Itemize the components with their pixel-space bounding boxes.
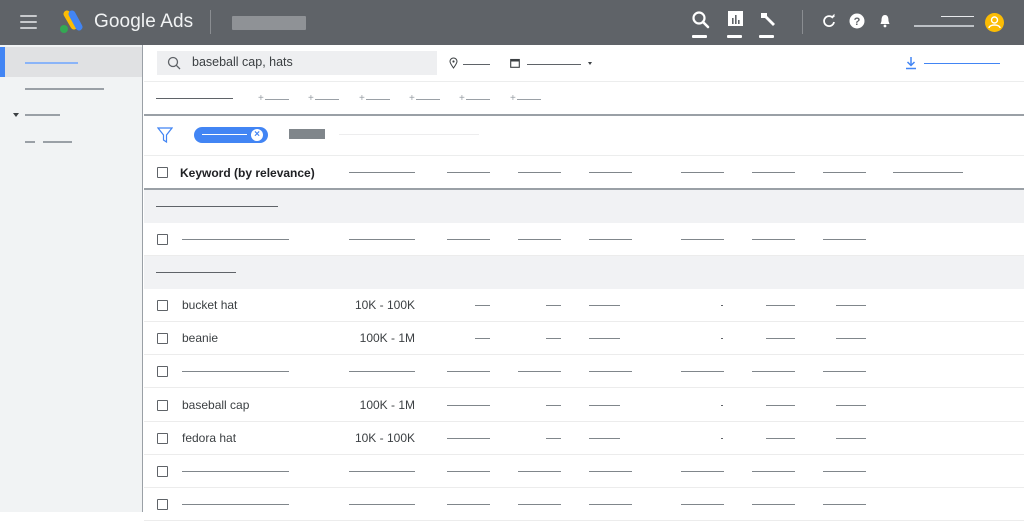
group-header: [144, 256, 1024, 289]
search-query: baseball cap, hats: [192, 55, 293, 69]
sidebar-item-expandable[interactable]: [0, 100, 142, 130]
table-row[interactable]: bucket hat 10K - 100K: [144, 289, 1024, 322]
filter-icon[interactable]: [157, 127, 173, 144]
column-header[interactable]: [589, 172, 632, 173]
bell-icon[interactable]: [877, 13, 893, 29]
refine-keywords-label: [156, 98, 233, 99]
dash-cell: [721, 438, 723, 439]
column-header-keyword[interactable]: Keyword (by relevance): [180, 166, 315, 180]
filter-hint: [339, 134, 479, 135]
row-checkbox[interactable]: [157, 400, 168, 411]
keyword-cell: beanie: [182, 331, 219, 345]
calendar-icon[interactable]: [510, 58, 520, 68]
table-row[interactable]: [144, 455, 1024, 488]
row-checkbox[interactable]: [157, 333, 168, 344]
column-header[interactable]: [447, 172, 490, 173]
row-checkbox[interactable]: [157, 234, 168, 245]
search-tool-button[interactable]: [689, 10, 713, 38]
download-icon[interactable]: [905, 56, 917, 70]
select-all-checkbox[interactable]: [157, 167, 168, 178]
row-checkbox[interactable]: [157, 466, 168, 477]
table-row[interactable]: [144, 223, 1024, 256]
sidebar-item-active[interactable]: [0, 47, 142, 77]
account-email: [941, 16, 974, 17]
divider: [144, 114, 1024, 116]
google-ads-logo-icon: [60, 10, 83, 33]
keyword-search-input[interactable]: baseball cap, hats: [157, 51, 437, 75]
divider: [210, 10, 211, 34]
divider: [144, 81, 1024, 82]
column-header[interactable]: [349, 172, 415, 173]
sidebar-subitem[interactable]: [0, 127, 142, 157]
search-icon: [692, 11, 710, 29]
search-volume-cell: 100K - 1M: [359, 398, 415, 412]
date-range-selector[interactable]: [527, 64, 581, 65]
table-row[interactable]: baseball cap 100K - 1M: [144, 389, 1024, 422]
bar-chart-icon: [728, 11, 743, 26]
dropdown-caret-icon[interactable]: [588, 62, 592, 65]
dash-cell: [721, 338, 723, 339]
svg-text:?: ?: [854, 16, 861, 28]
column-header[interactable]: [752, 172, 795, 173]
column-header[interactable]: [893, 172, 963, 173]
caret-down-icon: [13, 113, 19, 117]
help-icon[interactable]: ?: [849, 13, 865, 29]
row-checkbox[interactable]: [157, 433, 168, 444]
divider: [802, 10, 803, 34]
reports-tool-button[interactable]: [724, 10, 748, 38]
avatar[interactable]: [985, 13, 1004, 32]
row-checkbox[interactable]: [157, 300, 168, 311]
dash-cell: [721, 405, 723, 406]
table-row[interactable]: [144, 355, 1024, 388]
filter-chip[interactable]: ×: [194, 127, 268, 143]
row-checkbox[interactable]: [157, 499, 168, 510]
keyword-planner-main: baseball cap, hats + + + + + + × Keyword…: [144, 45, 1024, 521]
table-row[interactable]: [144, 488, 1024, 521]
group-header: [144, 190, 1024, 223]
hamburger-menu-icon[interactable]: [20, 15, 37, 29]
add-filter-button[interactable]: [289, 129, 325, 139]
table-header: Keyword (by relevance): [144, 156, 1024, 190]
account-id: [914, 25, 974, 27]
download-keyword-ideas-link[interactable]: [924, 63, 1000, 64]
row-checkbox[interactable]: [157, 366, 168, 377]
column-header[interactable]: [681, 172, 724, 173]
search-volume-cell: 10K - 100K: [354, 298, 415, 312]
person-icon: [988, 16, 1001, 29]
dash-cell: [721, 305, 723, 306]
close-icon[interactable]: ×: [251, 129, 263, 141]
tools-button[interactable]: [756, 10, 780, 38]
keyword-cell: baseball cap: [182, 398, 250, 412]
table-row[interactable]: fedora hat 10K - 100K: [144, 422, 1024, 455]
location-selector[interactable]: [463, 64, 490, 65]
keyword-cell: fedora hat: [182, 431, 237, 445]
keyword-cell: bucket hat: [182, 298, 238, 312]
table-row[interactable]: beanie 100K - 1M: [144, 322, 1024, 355]
account-name[interactable]: [232, 16, 306, 30]
search-volume-cell: 10K - 100K: [354, 431, 415, 445]
top-app-bar: Google Ads ?: [0, 0, 1024, 45]
column-header[interactable]: [823, 172, 866, 173]
sidebar: [0, 45, 143, 512]
location-pin-icon[interactable]: [449, 57, 458, 69]
search-icon: [167, 56, 181, 70]
brand-name: Google Ads: [94, 11, 194, 32]
refresh-icon[interactable]: [821, 13, 837, 29]
wrench-icon: [761, 13, 775, 26]
search-volume-cell: 100K - 1M: [359, 331, 415, 345]
column-header[interactable]: [518, 172, 561, 173]
